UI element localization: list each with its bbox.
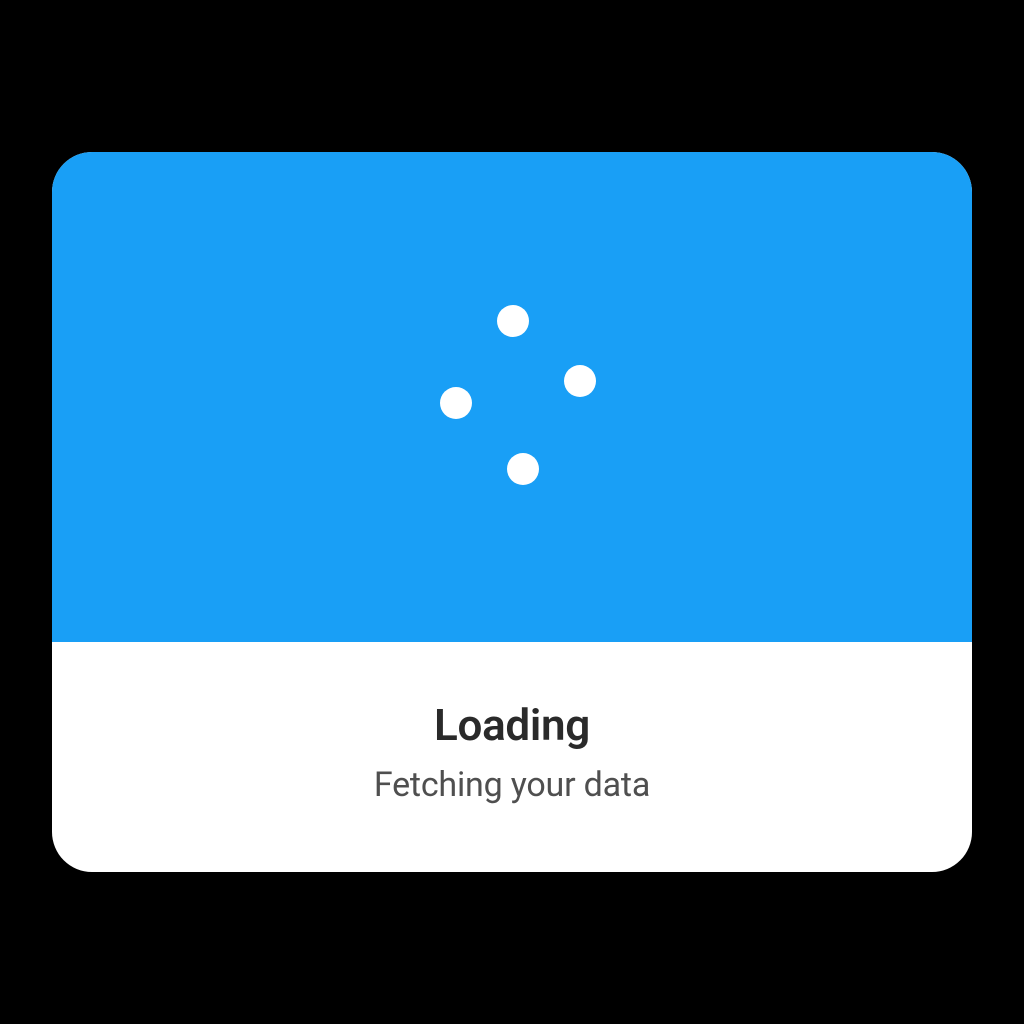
- spinner-panel: [52, 152, 972, 642]
- loading-subtitle: Fetching your data: [374, 765, 650, 805]
- text-panel: Loading Fetching your data: [52, 642, 972, 872]
- loading-dialog: Loading Fetching your data: [52, 152, 972, 872]
- loading-spinner-icon: [412, 297, 612, 497]
- spinner-dot: [497, 305, 529, 337]
- spinner-dot: [440, 387, 472, 419]
- spinner-dot: [564, 365, 596, 397]
- spinner-dot: [507, 453, 539, 485]
- loading-title: Loading: [434, 699, 590, 751]
